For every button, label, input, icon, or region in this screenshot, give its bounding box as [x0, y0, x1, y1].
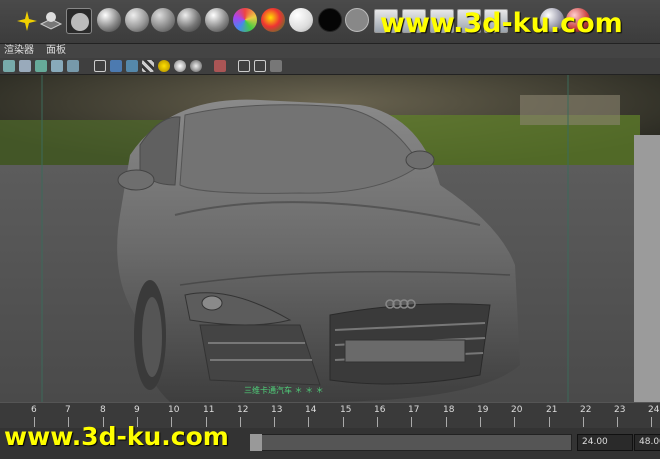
time-tick-label: 9: [134, 405, 140, 415]
time-tick: [446, 417, 447, 427]
material-sphere-icon[interactable]: [97, 8, 121, 32]
scene-render: [0, 75, 660, 402]
hud-label: 三维卡通汽车 ＊ ＊ ＊: [244, 386, 324, 395]
time-tick: [274, 417, 275, 427]
time-tick: [583, 417, 584, 427]
material-sphere-icon[interactable]: [177, 8, 201, 32]
time-tick: [377, 417, 378, 427]
time-tick: [308, 417, 309, 427]
xray-joints-icon[interactable]: [238, 60, 250, 72]
grey-sphere-icon[interactable]: [345, 8, 369, 32]
ramp-sphere-icon[interactable]: [233, 8, 257, 32]
time-tick-label: 18: [443, 405, 455, 415]
time-tick-label: 21: [546, 405, 558, 415]
xray-active-icon[interactable]: [254, 60, 266, 72]
isolate-select-icon[interactable]: [214, 60, 226, 72]
time-tick: [343, 417, 344, 427]
time-tick: [549, 417, 550, 427]
two-d-pan-icon[interactable]: [67, 60, 79, 72]
shadows-icon[interactable]: [174, 60, 186, 72]
time-tick-label: 23: [614, 405, 626, 415]
time-tick: [240, 417, 241, 427]
shader-network-icon[interactable]: [38, 8, 64, 34]
select-camera-icon[interactable]: [3, 60, 15, 72]
time-tick-label: 11: [203, 405, 215, 415]
wireframe-icon[interactable]: [94, 60, 106, 72]
xray-icon[interactable]: [190, 60, 202, 72]
wireframe-on-shaded-icon[interactable]: [126, 60, 138, 72]
time-tick: [480, 417, 481, 427]
bookmarks-icon[interactable]: [35, 60, 47, 72]
time-tick-label: 16: [374, 405, 386, 415]
time-tick-label: 7: [65, 405, 71, 415]
white-sphere-icon[interactable]: [289, 8, 313, 32]
time-tick-label: 10: [168, 405, 180, 415]
time-tick: [411, 417, 412, 427]
time-tick: [617, 417, 618, 427]
panel-menu-bar: 渲染器 面板: [0, 44, 660, 58]
end-time-field[interactable]: 24.00: [577, 434, 633, 451]
time-tick-label: 13: [271, 405, 283, 415]
time-tick-label: 14: [305, 405, 317, 415]
range-slider-track[interactable]: [250, 434, 572, 451]
image-plane-icon[interactable]: [51, 60, 63, 72]
time-tick-label: 24: [648, 405, 660, 415]
time-tick-label: 15: [340, 405, 352, 415]
material-sphere-icon[interactable]: [151, 8, 175, 32]
time-tick-label: 20: [511, 405, 523, 415]
time-tick-label: 22: [580, 405, 592, 415]
menu-panels[interactable]: 面板: [46, 44, 66, 58]
black-sphere-icon[interactable]: [318, 8, 342, 32]
camera-attributes-icon[interactable]: [19, 60, 31, 72]
watermark-top: www.3d-ku.com: [380, 8, 623, 39]
range-slider-handle[interactable]: [250, 434, 262, 451]
menu-renderer[interactable]: 渲染器: [4, 44, 34, 58]
panel-toolbar: [0, 58, 660, 75]
material-sphere-icon[interactable]: [205, 8, 229, 32]
textured-icon[interactable]: [142, 60, 154, 72]
time-tick-label: 8: [100, 405, 106, 415]
time-tick-label: 19: [477, 405, 489, 415]
watermark-bottom: www.3d-ku.com: [4, 422, 229, 451]
render-sphere-icon[interactable]: [66, 8, 92, 34]
time-tick-label: 6: [31, 405, 37, 415]
time-tick: [514, 417, 515, 427]
time-tick-label: 12: [237, 405, 249, 415]
time-tick: [651, 417, 652, 427]
perspective-viewport[interactable]: [0, 75, 660, 402]
camera-gate-icon[interactable]: [270, 60, 282, 72]
use-all-lights-icon[interactable]: [158, 60, 170, 72]
sparkle-tool-icon[interactable]: [14, 8, 40, 34]
time-tick-label: 17: [408, 405, 420, 415]
max-time-field[interactable]: 48.00: [634, 434, 660, 451]
smooth-shade-icon[interactable]: [110, 60, 122, 72]
color-sphere-icon[interactable]: [261, 8, 285, 32]
material-sphere-icon[interactable]: [125, 8, 149, 32]
